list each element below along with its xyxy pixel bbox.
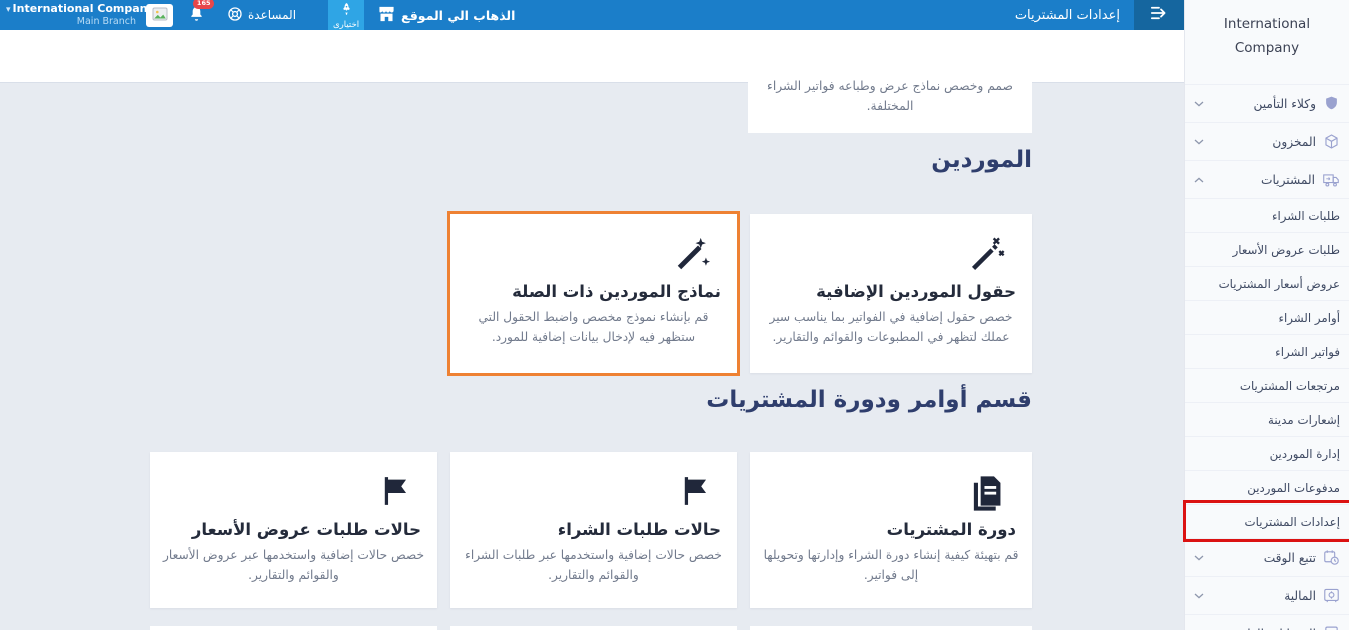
card-title: حقول الموردين الإضافية: [816, 282, 1016, 301]
sidebar-item-purchase-orders[interactable]: أوامر الشراء: [1185, 300, 1349, 334]
truck-icon: [1322, 172, 1340, 188]
sidebar-item-insurance-agents[interactable]: وكلاء التأمين: [1185, 84, 1349, 122]
app: ▾ International Company Main Branch 165 ا…: [0, 0, 1349, 630]
sidebar-company-name: International Company: [1223, 16, 1311, 56]
sidebar: International Company وكلاء التأمين المخ…: [1184, 0, 1349, 630]
card-description: قم بإنشاء نموذج مخصص واضبط الحقول التي س…: [478, 310, 709, 344]
go-to-site-label: الذهاب الي الموقع: [401, 7, 516, 23]
card-purchase-invoice-print-templates[interactable]: صمم وخصص نماذج عرض وطباعه فواتير الشراء …: [748, 30, 1032, 133]
sidebar-item-finance[interactable]: المالية: [1185, 576, 1349, 614]
card-description: خصص حالات إضافية واستخدمها عبر عروض الأس…: [162, 548, 425, 582]
chevron-down-icon: [1194, 555, 1204, 561]
magic-wand-icon: [750, 236, 1006, 278]
sidebar-item-purchases[interactable]: المشتريات: [1185, 160, 1349, 198]
sidebar-item-purchases-settings[interactable]: إعدادات المشتريات: [1185, 504, 1349, 538]
card-purchases-cycle[interactable]: دورة المشتريات قم بتهيئة كيفية إنشاء دور…: [750, 452, 1032, 608]
sidebar-item-label: إشعارات مدينة: [1268, 412, 1340, 427]
sidebar-nav: وكلاء التأمين المخزون المشتريات طلبات ال…: [1185, 84, 1349, 630]
flag-icon: [450, 474, 711, 516]
card-supplier-extra-fields[interactable]: حقول الموردين الإضافية خصص حقول إضافية ف…: [750, 214, 1032, 373]
sidebar-item-purchase-invoices[interactable]: فواتير الشراء: [1185, 334, 1349, 368]
card-description: خصص حقول إضافية في الفواتير بما يناسب سي…: [769, 310, 1013, 344]
sidebar-item-purchase-quotations[interactable]: عروض أسعار المشتريات: [1185, 266, 1349, 300]
trial-button[interactable]: اختيارى: [328, 0, 365, 30]
sidebar-item-suppliers-management[interactable]: إدارة الموردين: [1185, 436, 1349, 470]
sidebar-item-time-tracking[interactable]: تتبع الوقت: [1185, 538, 1349, 576]
sidebar-item-purchase-requests[interactable]: طلبات الشراء: [1185, 198, 1349, 232]
topbar-right-cluster: إعدادات المشتريات: [1015, 0, 1184, 30]
sidebar-item-label: فواتير الشراء: [1275, 344, 1340, 359]
card-description: صمم وخصص نماذج عرض وطباعه فواتير الشراء …: [767, 79, 1013, 114]
sidebar-item-label: وكلاء التأمين: [1253, 96, 1316, 111]
topbar-left-cluster: ▾ International Company Main Branch 165 ا…: [0, 0, 529, 30]
card-purchase-request-statuses[interactable]: حالات طلبات الشراء خصص حالات إضافية واست…: [450, 452, 737, 608]
sidebar-item-debit-notes[interactable]: إشعارات مدينة: [1185, 402, 1349, 436]
rocket-icon: [341, 0, 352, 19]
help-label: المساعدة: [248, 8, 297, 22]
card-title: نماذج الموردين ذات الصلة: [512, 282, 721, 301]
sidebar-item-label: مدفوعات الموردين: [1247, 480, 1340, 495]
card-title: حالات طلبات الشراء: [557, 520, 721, 539]
box-icon: [1323, 133, 1340, 150]
chevron-down-icon: [1194, 593, 1204, 599]
chevron-down-icon: [1194, 139, 1204, 145]
shield-icon: [1323, 95, 1340, 112]
topbar: ▾ International Company Main Branch 165 ا…: [0, 0, 1184, 30]
notifications-badge: 165: [193, 0, 214, 9]
next-row-card-top: [150, 626, 437, 630]
menu-arrow-icon: [1149, 5, 1169, 25]
time-tracking-icon: [1323, 549, 1340, 566]
content: الموردين نماذج الموردين ذات الصلة قم بإن…: [0, 83, 1184, 630]
page-title: إعدادات المشتريات: [1014, 7, 1120, 23]
section-title-suppliers: الموردين: [931, 147, 1032, 173]
sidebar-item-label: طلبات عروض الأسعار: [1232, 242, 1340, 257]
sidebar-item-purchase-returns[interactable]: مرتجعات المشتريات: [1185, 368, 1349, 402]
branch-name: Main Branch: [76, 15, 136, 27]
sidebar-item-label: المالية: [1284, 588, 1316, 603]
sidebar-item-quotation-requests[interactable]: طلبات عروض الأسعار: [1185, 232, 1349, 266]
card-title: دورة المشتريات: [886, 520, 1016, 539]
sidebar-item-label: الحسابات العامة: [1234, 627, 1316, 630]
sidebar-item-label: إدارة الموردين: [1269, 446, 1340, 461]
trial-label: اختيارى: [333, 20, 360, 30]
section-title-orders-cycle: قسم أوامر ودورة المشتريات: [706, 387, 1032, 413]
caret-down-icon: ▾: [6, 4, 11, 15]
sidebar-collapse-button[interactable]: [1134, 0, 1184, 30]
chevron-down-icon: [1194, 101, 1204, 107]
next-row-card-top: [450, 626, 737, 630]
notifications-button[interactable]: 165: [188, 0, 214, 26]
image-icon: [152, 6, 168, 25]
next-row-card-top: [750, 626, 1032, 630]
sidebar-item-label: عروض أسعار المشتريات: [1218, 276, 1340, 291]
company-switcher[interactable]: ▾ International Company Main Branch: [6, 2, 155, 27]
file-invoice-icon: [750, 474, 1006, 516]
sidebar-item-suppliers-payments[interactable]: مدفوعات الموردين: [1185, 470, 1349, 504]
flag-icon: [150, 474, 411, 516]
sidebar-item-label: مرتجعات المشتريات: [1239, 378, 1340, 393]
sidebar-item-label: المشتريات: [1261, 172, 1315, 187]
help-button[interactable]: المساعدة: [227, 6, 296, 25]
go-to-site-button[interactable]: الذهاب الي الموقع: [378, 6, 515, 25]
card-supplier-related-templates[interactable]: نماذج الموردين ذات الصلة قم بإنشاء نموذج…: [447, 211, 740, 376]
sidebar-item-label: أوامر الشراء: [1278, 310, 1340, 325]
safe-icon: [1323, 587, 1340, 604]
card-quotation-request-statuses[interactable]: حالات طلبات عروض الأسعار خصص حالات إضافي…: [150, 452, 437, 608]
sidebar-item-label: إعدادات المشتريات: [1244, 514, 1340, 529]
sidebar-item-label: المخزون: [1272, 134, 1316, 149]
sidebar-item-inventory[interactable]: المخزون: [1185, 122, 1349, 160]
feedback-screenshot-button[interactable]: [146, 3, 173, 27]
card-description: خصص حالات إضافية واستخدمها عبر طلبات الش…: [465, 548, 722, 582]
chevron-up-icon: [1194, 177, 1204, 183]
card-title: حالات طلبات عروض الأسعار: [191, 520, 421, 539]
lifebuoy-icon: [227, 6, 243, 25]
wand-sparkles-icon: [450, 236, 711, 278]
sidebar-item-label: طلبات الشراء: [1271, 208, 1340, 223]
store-icon: [378, 6, 395, 25]
sidebar-item-general-accounts[interactable]: الحسابات العامة: [1185, 614, 1349, 630]
card-description: قم بتهيئة كيفية إنشاء دورة الشراء وإدارت…: [763, 548, 1019, 582]
ledger-icon: [1323, 625, 1340, 630]
sidebar-item-label: تتبع الوقت: [1263, 550, 1316, 565]
company-name: International Company: [12, 1, 155, 15]
